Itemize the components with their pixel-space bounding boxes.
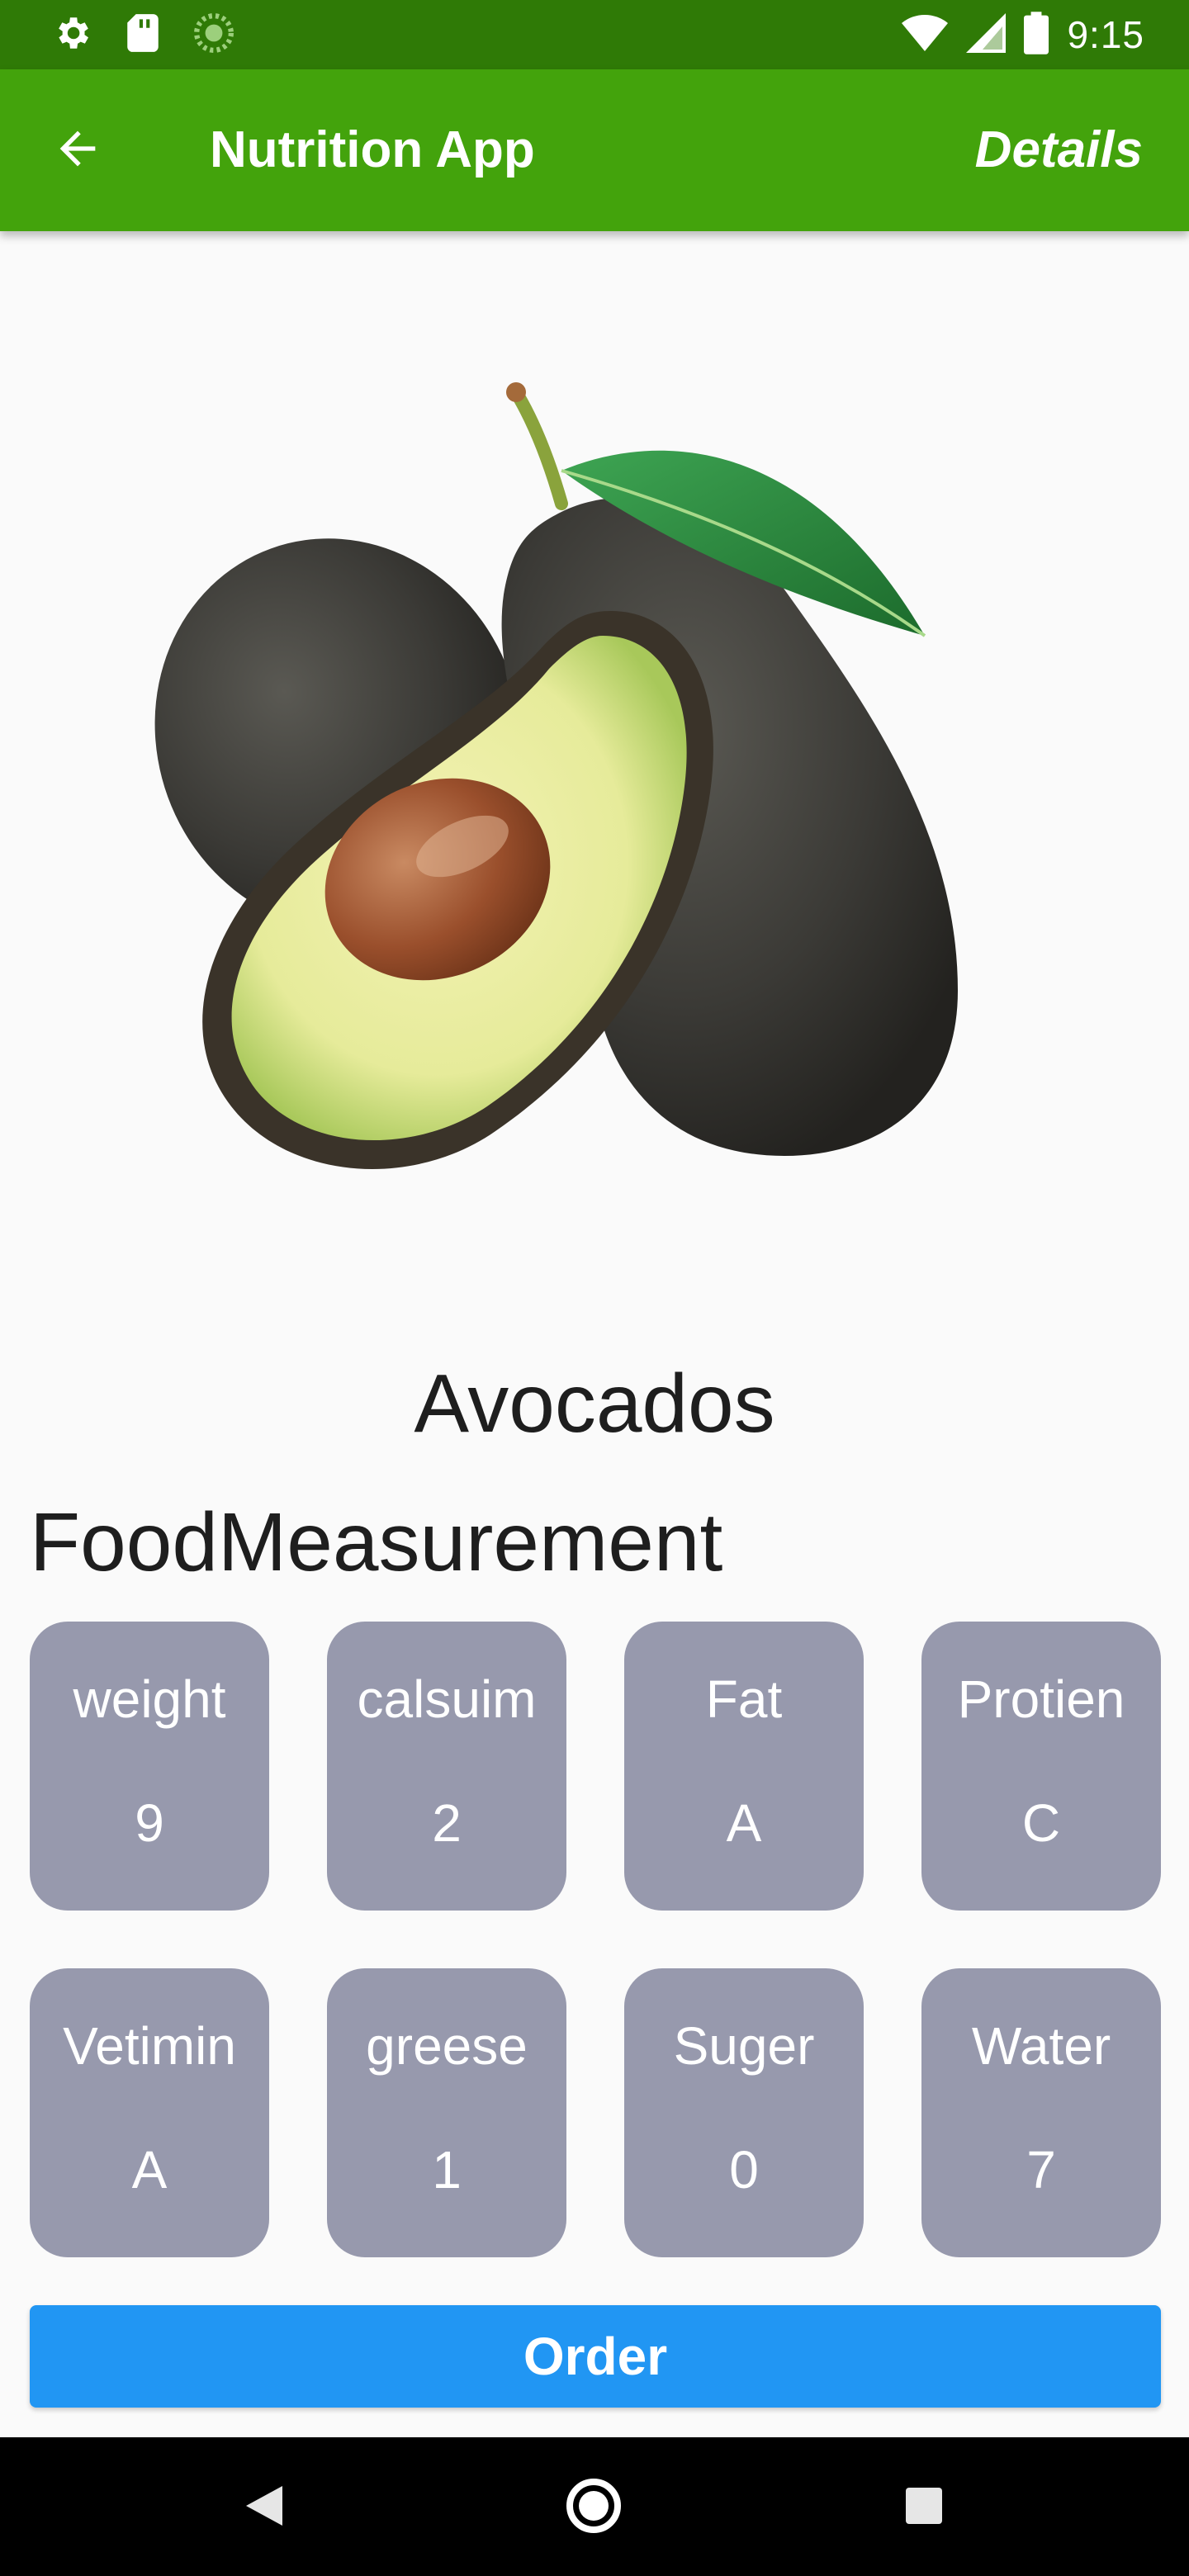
nutrient-tile-water[interactable]: Water 7: [921, 1968, 1161, 2257]
nutrient-tile-calsuim[interactable]: calsuim 2: [327, 1622, 566, 1911]
nutrient-label: Fat: [705, 1669, 783, 1729]
status-right-icons: 9:15: [902, 11, 1144, 59]
nutrient-label: calsuim: [357, 1669, 537, 1729]
nutrient-tile-greese[interactable]: greese 1: [327, 1968, 566, 2257]
avocado-image: [99, 363, 1090, 1238]
nutrient-value: A: [131, 2140, 168, 2200]
food-name: Avocados: [414, 1357, 775, 1450]
nutrient-value: 2: [432, 1793, 462, 1853]
nutrient-label: Protien: [957, 1669, 1125, 1729]
nav-home-button[interactable]: [565, 2478, 623, 2538]
back-button[interactable]: [46, 121, 109, 180]
battery-icon: [1024, 11, 1049, 59]
nutrient-label: Suger: [673, 2016, 815, 2076]
nutrient-label: weight: [73, 1669, 226, 1729]
nutrient-tile-weight[interactable]: weight 9: [30, 1622, 269, 1911]
measurement-heading: FoodMeasurement: [30, 1496, 723, 1589]
back-triangle-icon: [246, 2485, 282, 2530]
nutrient-tile-protien[interactable]: Protien C: [921, 1622, 1161, 1911]
system-nav-bar: [0, 2437, 1189, 2576]
signal-icon: [966, 12, 1007, 57]
app-bar: Nutrition App Details: [0, 69, 1189, 231]
nutrient-tile-vetimin[interactable]: Vetimin A: [30, 1968, 269, 2257]
nutrient-label: Water: [971, 2016, 1111, 2076]
nutrient-value: A: [726, 1793, 762, 1853]
status-time: 9:15: [1067, 13, 1144, 56]
nutrient-tile-fat[interactable]: Fat A: [624, 1622, 864, 1911]
nutrient-value: 9: [135, 1793, 164, 1853]
nutrient-grid: weight 9 calsuim 2 Fat A Protien C Vetim…: [30, 1622, 1161, 2257]
nutrient-value: 0: [729, 2140, 759, 2200]
nutrient-label: Vetimin: [63, 2016, 236, 2076]
loading-icon: [193, 12, 234, 58]
nutrient-value: 1: [432, 2140, 462, 2200]
details-button[interactable]: Details: [975, 119, 1143, 182]
nav-recents-button[interactable]: [895, 2479, 953, 2536]
nutrient-label: greese: [366, 2016, 528, 2076]
nutrient-tile-suger[interactable]: Suger 0: [624, 1968, 864, 2257]
nutrient-value: C: [1021, 1793, 1061, 1853]
status-left-icons: [51, 12, 234, 58]
wifi-icon: [902, 13, 949, 57]
app-title: Nutrition App: [210, 121, 535, 178]
nav-back-button[interactable]: [235, 2479, 293, 2536]
home-circle-icon: [566, 2478, 622, 2538]
status-bar: 9:15: [0, 0, 1189, 69]
arrow-left-icon: [51, 122, 104, 179]
sd-card-icon: [124, 12, 162, 58]
gear-icon: [51, 12, 92, 58]
recents-square-icon: [906, 2487, 942, 2528]
nutrient-value: 7: [1026, 2140, 1056, 2200]
order-button[interactable]: Order: [30, 2305, 1161, 2408]
